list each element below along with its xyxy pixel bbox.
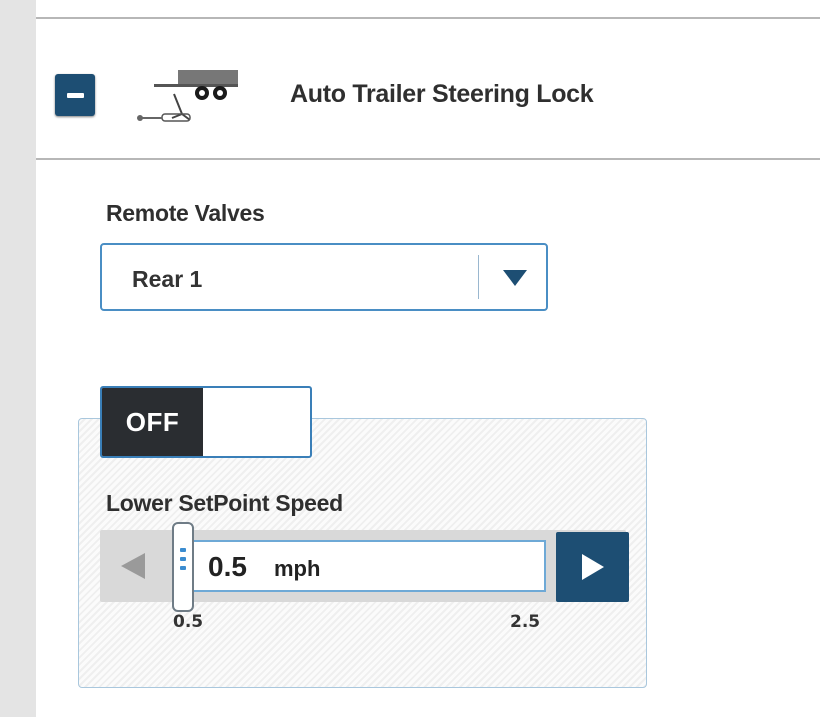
remote-valves-dropdown[interactable]: Rear 1: [100, 243, 548, 311]
settings-panel: Auto Trailer Steering Lock Remote Valves…: [36, 0, 820, 717]
dropdown-separator: [478, 255, 479, 299]
remote-valves-label: Remote Valves: [106, 200, 265, 226]
slider-min-label: 0.5: [173, 612, 204, 632]
toggle-state-label: OFF: [102, 388, 203, 456]
slider-max-label: 2.5: [510, 612, 541, 632]
grip-mark: [180, 566, 186, 570]
increase-button[interactable]: [556, 532, 629, 602]
top-divider: [36, 17, 820, 19]
lower-setpoint-label: Lower SetPoint Speed: [106, 490, 343, 516]
triangle-down-icon: [503, 270, 527, 286]
dropdown-selected-value: Rear 1: [132, 266, 203, 292]
setpoint-value: 0.5: [208, 551, 247, 582]
grip-mark: [180, 548, 186, 552]
collapse-button[interactable]: [55, 74, 95, 116]
setpoint-unit: mph: [274, 556, 321, 581]
decrease-button[interactable]: [100, 530, 166, 602]
grip-mark: [180, 557, 186, 561]
setpoint-value-field[interactable]: 0.5 mph: [176, 540, 546, 592]
on-off-toggle[interactable]: OFF: [100, 386, 312, 458]
triangle-right-icon: [581, 554, 604, 580]
minus-icon: [66, 92, 84, 98]
triangle-left-icon: [121, 553, 145, 579]
section-title: Auto Trailer Steering Lock: [290, 80, 594, 108]
slider-thumb[interactable]: [172, 522, 194, 612]
trailer-hitch-icon: [137, 70, 238, 122]
header-divider: [36, 158, 820, 160]
